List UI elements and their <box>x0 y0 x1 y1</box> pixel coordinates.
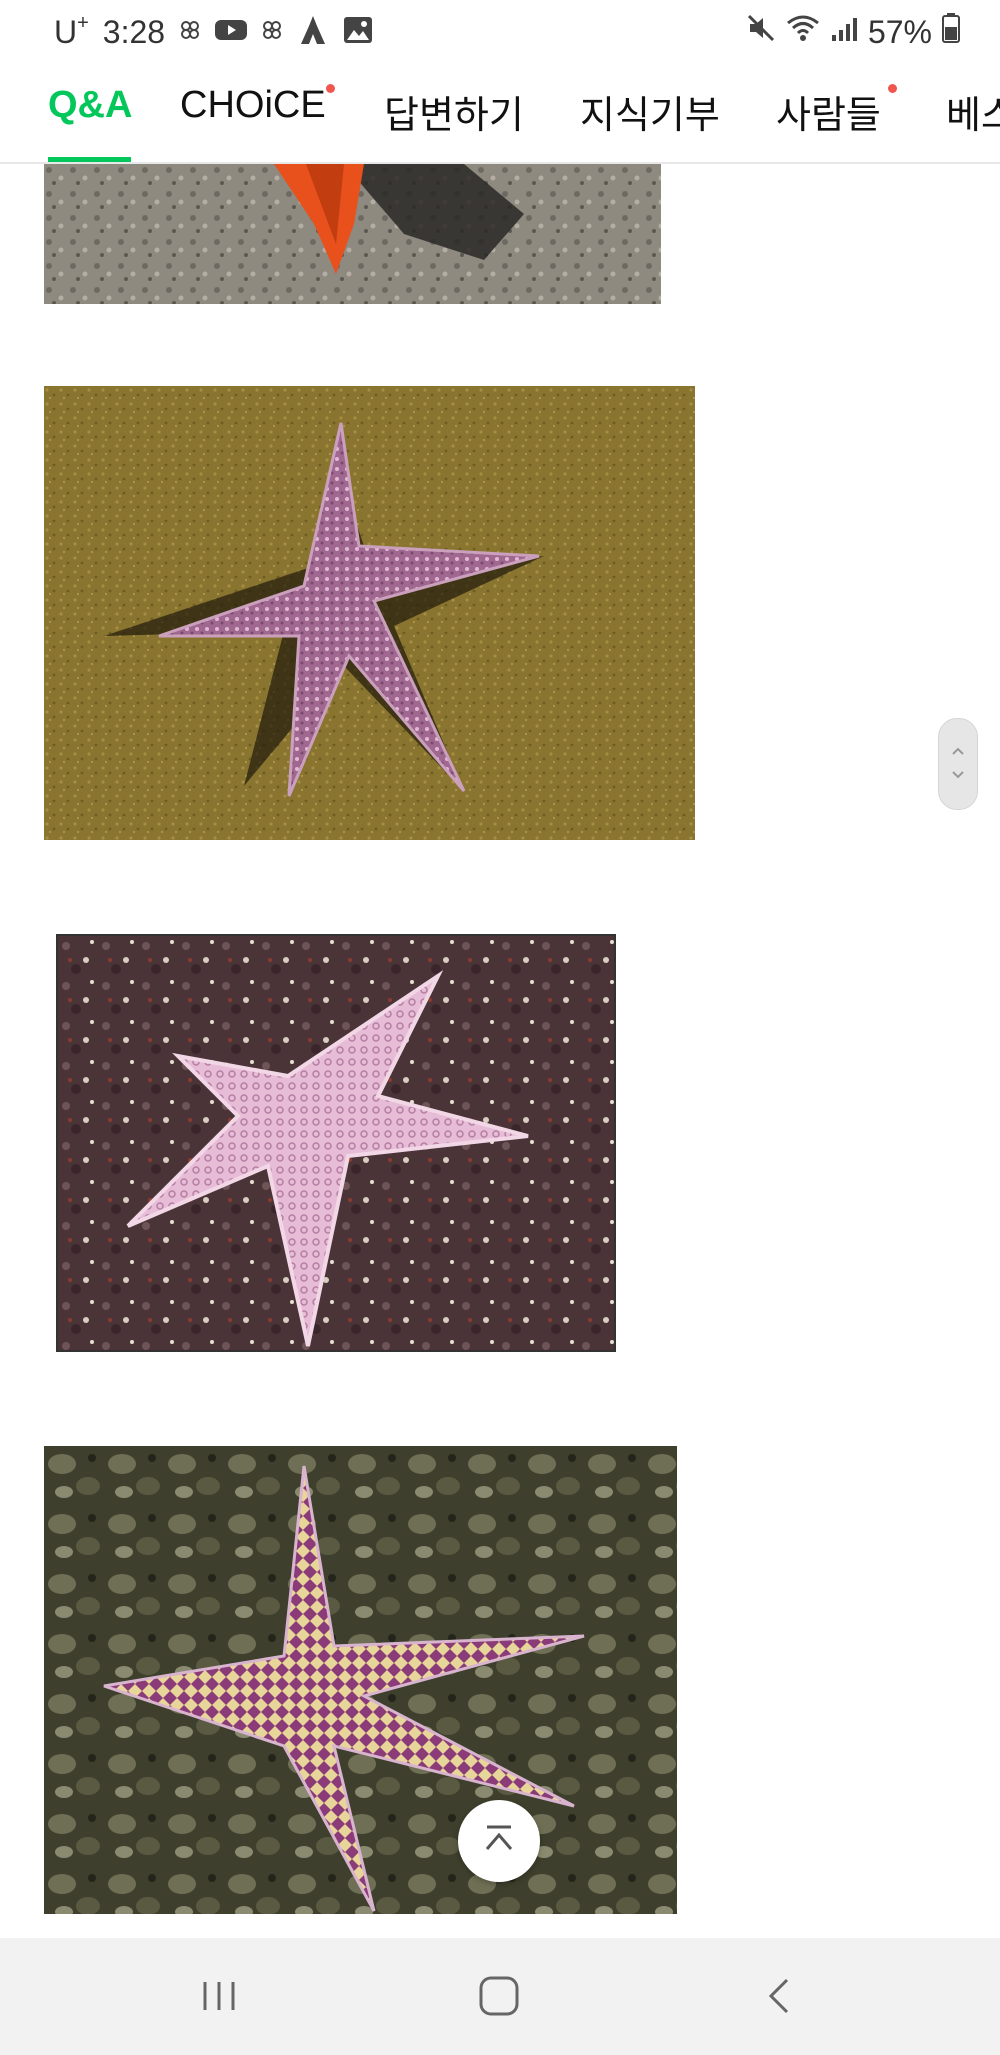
active-tab-indicator <box>48 157 131 162</box>
game-icon <box>297 14 329 51</box>
tab-qna[interactable]: Q&A <box>48 84 132 127</box>
system-navigation-bar <box>0 1938 1000 2055</box>
chevron-up-icon <box>951 743 965 761</box>
mute-icon <box>746 13 776 51</box>
back-icon <box>765 1976 793 2021</box>
tab-best[interactable]: 베스 <box>946 84 1000 139</box>
youtube-icon <box>215 18 248 47</box>
starfish-photo-pink-rock[interactable] <box>56 934 616 1352</box>
signal-icon <box>830 14 858 51</box>
chat-icon <box>261 19 283 46</box>
recent-apps-button[interactable] <box>184 1968 254 2028</box>
home-icon <box>478 1975 520 2022</box>
chat-icon <box>179 19 201 46</box>
status-bar: U+ 3:28 57% <box>0 0 1000 62</box>
scroll-to-top-button[interactable] <box>458 1800 540 1882</box>
starfish-photo-orange-partial[interactable] <box>44 164 661 304</box>
battery-icon <box>942 13 960 51</box>
tab-people[interactable]: 사람들 <box>776 84 881 139</box>
wifi-icon <box>786 13 820 51</box>
tab-knowledge-donation[interactable]: 지식기부 <box>580 84 720 139</box>
starfish-photo-purple-sand[interactable] <box>44 386 695 840</box>
tab-answer[interactable]: 답변하기 <box>384 84 524 139</box>
arrow-up-to-top-icon <box>479 1821 519 1862</box>
category-tab-bar: Q&A CHOiCE 답변하기 지식기부 사람들 베스 <box>0 62 1000 164</box>
fast-scroll-handle[interactable] <box>938 718 978 810</box>
chevron-down-icon <box>951 767 965 785</box>
new-badge <box>888 84 897 93</box>
gallery-icon <box>343 16 373 49</box>
carrier-label: U+ <box>54 11 89 50</box>
battery-percent: 57% <box>867 13 932 50</box>
recent-apps-icon <box>199 1978 239 2019</box>
home-button[interactable] <box>464 1968 534 2028</box>
new-badge <box>326 84 335 93</box>
clock: 3:28 <box>102 13 166 50</box>
starfish-photo-purple-yellow[interactable] <box>44 1446 677 1914</box>
back-button[interactable] <box>744 1968 814 2028</box>
tab-choice[interactable]: CHOiCE <box>180 84 326 127</box>
